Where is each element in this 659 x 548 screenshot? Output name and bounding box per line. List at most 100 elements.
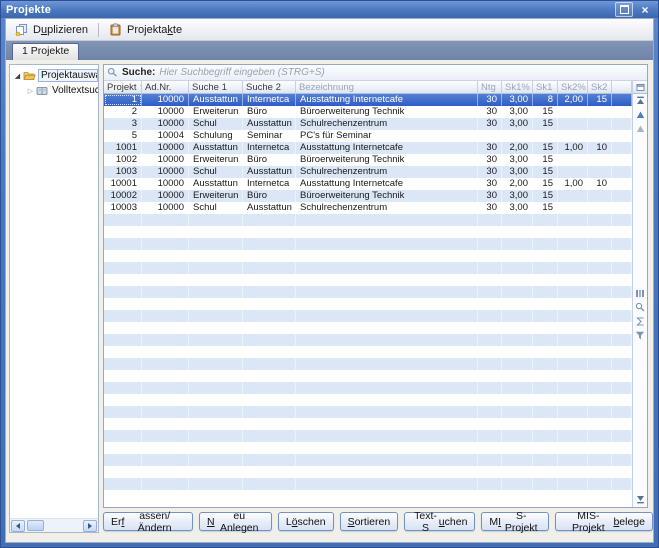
table-row-empty — [104, 310, 632, 322]
cell-ntg — [478, 358, 502, 370]
table-row[interactable]: 110000AusstattunInternetcaAusstattung In… — [104, 94, 632, 106]
table-row[interactable]: 310000SchulAusstattunSchulrechenzentrum3… — [104, 118, 632, 130]
scroll-up-button[interactable] — [633, 109, 647, 121]
table-row[interactable]: 100210000ErweiterunBüroBüroerweiterung T… — [104, 154, 632, 166]
column-header-sk1pct[interactable]: Sk1% — [502, 81, 533, 94]
column-chooser-button[interactable] — [633, 81, 647, 94]
scrollbar-thumb[interactable] — [27, 520, 44, 531]
cell-sk1 — [533, 442, 558, 454]
table-row[interactable]: 100310000SchulAusstattunSchulrechenzentr… — [104, 166, 632, 178]
table-row[interactable]: 1000210000ErweiterunBüroBüroerweiterung … — [104, 190, 632, 202]
tree-item-label[interactable]: Projektauswahl — [38, 69, 98, 82]
cell-adnr — [142, 238, 189, 250]
cell-sk1 — [533, 346, 558, 358]
search-input[interactable] — [159, 67, 644, 79]
sum-button[interactable] — [633, 315, 647, 327]
column-header-sk1[interactable]: Sk1 — [533, 81, 558, 94]
app-window: Projekte Duplizieren — [0, 0, 659, 548]
loeschen-button[interactable]: Löschen — [278, 512, 334, 531]
cell-sk1pct — [502, 274, 533, 286]
scroll-left-button[interactable] — [11, 520, 25, 532]
cell-sk2pct — [558, 226, 588, 238]
table-row[interactable]: 510004SchulungSeminarPC's für Seminar — [104, 130, 632, 142]
mis-projekt-button[interactable]: MIS-Projekt — [481, 512, 549, 531]
sum-icon — [636, 317, 645, 326]
expander-expanded-icon[interactable] — [13, 70, 22, 81]
cell-projekt — [104, 490, 142, 502]
scroll-to-top-button[interactable] — [633, 95, 647, 107]
search-bar: Suche: — [104, 65, 647, 81]
tree-item-projektauswahl[interactable]: Projektauswahl — [10, 68, 98, 83]
column-header-suche1[interactable]: Suche 1 — [189, 81, 243, 94]
table-row-empty — [104, 454, 632, 466]
cell-adnr — [142, 250, 189, 262]
cell-suche1 — [189, 430, 243, 442]
table-row[interactable]: 1000310000SchulAusstattunSchulrechenzent… — [104, 202, 632, 214]
table-row[interactable]: 210000ErweiterunBüroBüroerweiterung Tech… — [104, 106, 632, 118]
text-suchen-button[interactable]: Text-Suchen — [404, 512, 475, 531]
erfassen-aendern-button[interactable]: Erfassen/Ändern — [103, 512, 193, 531]
sidebar-horizontal-scrollbar[interactable] — [10, 518, 98, 532]
column-header-sk2pct[interactable]: Sk2% — [558, 81, 588, 94]
grid-search-button[interactable] — [633, 301, 647, 313]
cell-sk1pct — [502, 430, 533, 442]
column-header-adnr[interactable]: Ad.Nr. — [142, 81, 189, 94]
table-row[interactable]: 1000110000AusstattunInternetcaAusstattun… — [104, 178, 632, 190]
cell-projekt — [104, 466, 142, 478]
column-header-bezeichnung[interactable]: Bezeichnung — [296, 81, 478, 94]
table-row-empty — [104, 358, 632, 370]
table-row-empty — [104, 478, 632, 490]
cell-suche2 — [243, 430, 296, 442]
cell-sk1pct: 3,00 — [502, 166, 533, 178]
cell-sk2 — [588, 118, 612, 130]
tree-item-volltextsuche[interactable]: Volltextsuche — [10, 83, 98, 98]
cell-bezeichnung — [296, 322, 478, 334]
table-row-empty — [104, 226, 632, 238]
column-header-projekt[interactable]: Projekt — [104, 81, 142, 94]
cell-sk2pct — [558, 118, 588, 130]
table-row[interactable]: 100110000AusstattunInternetcaAusstattung… — [104, 142, 632, 154]
cell-adnr — [142, 442, 189, 454]
cell-sk2pct — [558, 490, 588, 502]
cell-bezeichnung: Schulrechenzentrum — [296, 166, 478, 178]
cell-suche2 — [243, 334, 296, 346]
filter-button[interactable] — [633, 329, 647, 341]
column-header-ntg[interactable]: Ntg — [478, 81, 502, 94]
sortieren-button[interactable]: Sortieren — [340, 512, 399, 531]
scroll-to-end-button[interactable] — [633, 493, 647, 505]
scroll-up-page-button[interactable] — [633, 123, 647, 135]
cell-adnr: 10000 — [142, 142, 189, 154]
cell-sk1 — [533, 358, 558, 370]
cell-sk1: 15 — [533, 190, 558, 202]
cell-sk1pct — [502, 214, 533, 226]
tab-projekte[interactable]: 1 Projekte — [12, 43, 79, 60]
cell-sk2pct — [558, 190, 588, 202]
column-header-filler[interactable] — [612, 81, 632, 94]
duplizieren-button[interactable]: Duplizieren — [10, 22, 93, 37]
cell-sk1pct: 3,00 — [502, 106, 533, 118]
scroll-right-button[interactable] — [83, 520, 97, 532]
close-button[interactable] — [637, 3, 653, 16]
cell-sk1pct — [502, 490, 533, 502]
cell-sk1 — [533, 298, 558, 310]
cell-projekt — [104, 418, 142, 430]
cell-suche2: Büro — [243, 106, 296, 118]
expander-collapsed-icon[interactable] — [26, 85, 35, 96]
cell-sk1pct — [502, 382, 533, 394]
cell-filler — [612, 274, 632, 286]
tree-item-label[interactable]: Volltextsuche — [50, 85, 98, 96]
cell-sk2 — [588, 154, 612, 166]
cell-suche2: Internetca — [243, 178, 296, 190]
cell-sk2 — [588, 274, 612, 286]
cell-bezeichnung — [296, 298, 478, 310]
column-header-sk2[interactable]: Sk2 — [588, 81, 612, 94]
mis-projektbelege-button[interactable]: MIS-Projektbelege — [555, 512, 653, 531]
restore-button[interactable] — [615, 2, 633, 17]
cell-sk2pct — [558, 358, 588, 370]
projektakte-button[interactable]: Projektakte — [104, 22, 187, 37]
cell-adnr — [142, 346, 189, 358]
neu-anlegen-button[interactable]: Neu Anlegen — [199, 512, 272, 531]
column-settings-button[interactable] — [633, 287, 647, 299]
column-header-suche2[interactable]: Suche 2 — [243, 81, 296, 94]
cell-suche2: Internetca — [243, 94, 296, 106]
